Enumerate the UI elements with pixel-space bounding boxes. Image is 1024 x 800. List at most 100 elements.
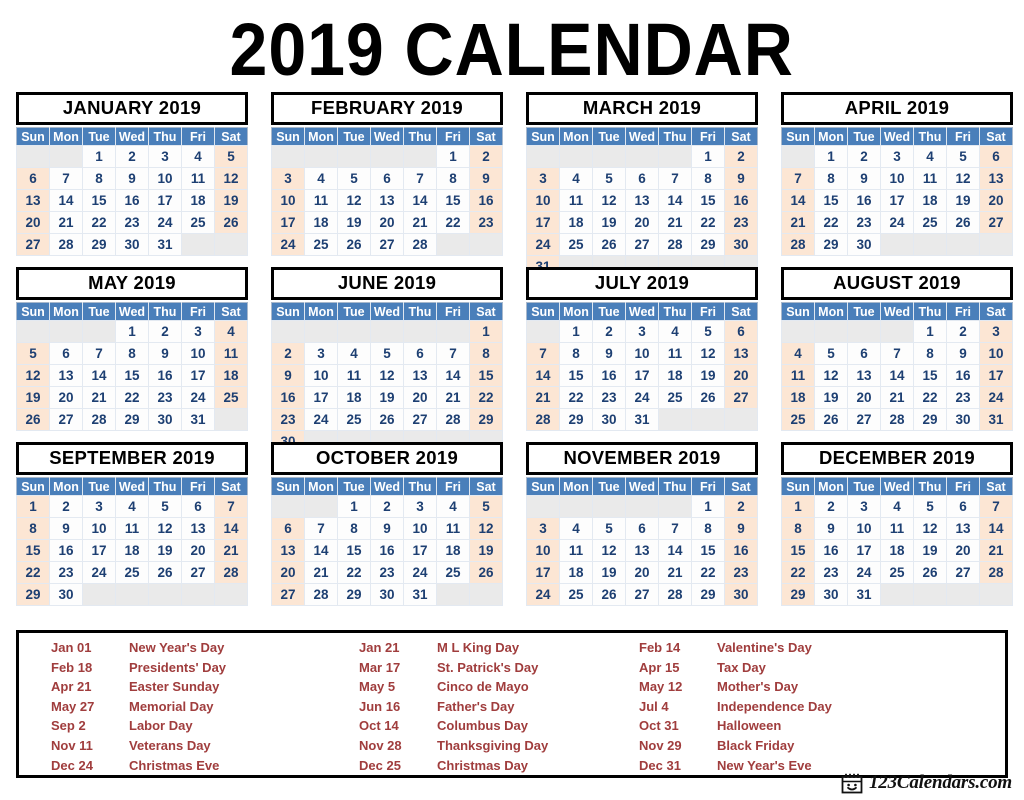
- day-cell[interactable]: 26: [691, 386, 725, 409]
- day-cell-weekend[interactable]: 13: [271, 539, 305, 562]
- day-cell[interactable]: 8: [436, 167, 470, 190]
- day-cell[interactable]: 20: [946, 539, 980, 562]
- day-cell[interactable]: 19: [592, 211, 626, 234]
- day-cell[interactable]: 1: [82, 145, 116, 168]
- day-cell[interactable]: 18: [658, 364, 692, 387]
- day-cell[interactable]: 2: [115, 145, 149, 168]
- day-cell[interactable]: 18: [436, 539, 470, 562]
- day-cell-weekend[interactable]: 14: [979, 517, 1013, 540]
- day-cell[interactable]: 5: [946, 145, 980, 168]
- day-cell-weekend[interactable]: 20: [724, 364, 758, 387]
- day-cell-weekend[interactable]: 9: [724, 517, 758, 540]
- day-cell[interactable]: 27: [370, 233, 404, 256]
- day-cell[interactable]: 3: [403, 495, 437, 518]
- day-cell[interactable]: 15: [814, 189, 848, 212]
- day-cell[interactable]: 9: [370, 517, 404, 540]
- day-cell[interactable]: 31: [625, 408, 659, 431]
- day-cell-weekend[interactable]: 15: [781, 539, 815, 562]
- day-cell[interactable]: 26: [148, 561, 182, 584]
- day-cell[interactable]: 12: [592, 189, 626, 212]
- day-cell-weekend[interactable]: 15: [469, 364, 503, 387]
- day-cell[interactable]: 7: [658, 517, 692, 540]
- day-cell[interactable]: 16: [592, 364, 626, 387]
- day-cell[interactable]: 2: [49, 495, 83, 518]
- day-cell[interactable]: 10: [403, 517, 437, 540]
- day-cell-weekend[interactable]: 20: [271, 561, 305, 584]
- day-cell[interactable]: 7: [880, 342, 914, 365]
- day-cell[interactable]: 3: [625, 320, 659, 343]
- day-cell[interactable]: 29: [115, 408, 149, 431]
- day-cell-weekend[interactable]: 5: [469, 495, 503, 518]
- day-cell-weekend[interactable]: 19: [214, 189, 248, 212]
- day-cell[interactable]: 20: [370, 211, 404, 234]
- day-cell[interactable]: 6: [847, 342, 881, 365]
- day-cell[interactable]: 10: [181, 342, 215, 365]
- day-cell[interactable]: 10: [148, 167, 182, 190]
- day-cell[interactable]: 5: [370, 342, 404, 365]
- day-cell-weekend[interactable]: 17: [271, 211, 305, 234]
- day-cell[interactable]: 6: [49, 342, 83, 365]
- day-cell-weekend[interactable]: 24: [526, 583, 560, 606]
- day-cell[interactable]: 20: [49, 386, 83, 409]
- day-cell-weekend[interactable]: 29: [781, 583, 815, 606]
- day-cell-weekend[interactable]: 16: [724, 539, 758, 562]
- day-cell-weekend[interactable]: 25: [781, 408, 815, 431]
- day-cell-weekend[interactable]: 20: [16, 211, 50, 234]
- day-cell-weekend[interactable]: 11: [214, 342, 248, 365]
- day-cell[interactable]: 7: [82, 342, 116, 365]
- day-cell[interactable]: 7: [304, 517, 338, 540]
- day-cell[interactable]: 4: [436, 495, 470, 518]
- day-cell[interactable]: 29: [814, 233, 848, 256]
- day-cell-weekend[interactable]: 18: [781, 386, 815, 409]
- day-cell[interactable]: 28: [49, 233, 83, 256]
- day-cell[interactable]: 20: [625, 561, 659, 584]
- day-cell[interactable]: 2: [847, 145, 881, 168]
- day-cell[interactable]: 12: [337, 189, 371, 212]
- day-cell-weekend[interactable]: 14: [526, 364, 560, 387]
- day-cell[interactable]: 15: [691, 189, 725, 212]
- day-cell[interactable]: 13: [181, 517, 215, 540]
- day-cell[interactable]: 10: [847, 517, 881, 540]
- day-cell[interactable]: 19: [913, 539, 947, 562]
- day-cell-weekend[interactable]: 17: [526, 561, 560, 584]
- day-cell[interactable]: 23: [946, 386, 980, 409]
- day-cell-weekend[interactable]: 17: [979, 364, 1013, 387]
- day-cell[interactable]: 8: [559, 342, 593, 365]
- day-cell[interactable]: 30: [814, 583, 848, 606]
- day-cell-weekend[interactable]: 3: [526, 167, 560, 190]
- day-cell-weekend[interactable]: 2: [724, 495, 758, 518]
- day-cell-weekend[interactable]: 10: [526, 539, 560, 562]
- day-cell[interactable]: 25: [658, 386, 692, 409]
- day-cell[interactable]: 6: [946, 495, 980, 518]
- day-cell-weekend[interactable]: 23: [271, 408, 305, 431]
- day-cell[interactable]: 14: [49, 189, 83, 212]
- day-cell[interactable]: 13: [403, 364, 437, 387]
- day-cell[interactable]: 23: [814, 561, 848, 584]
- day-cell[interactable]: 24: [82, 561, 116, 584]
- day-cell[interactable]: 15: [913, 364, 947, 387]
- day-cell[interactable]: 9: [592, 342, 626, 365]
- day-cell[interactable]: 22: [82, 211, 116, 234]
- day-cell[interactable]: 9: [49, 517, 83, 540]
- day-cell-weekend[interactable]: 14: [214, 517, 248, 540]
- day-cell[interactable]: 17: [181, 364, 215, 387]
- day-cell-weekend[interactable]: 31: [979, 408, 1013, 431]
- day-cell[interactable]: 11: [304, 189, 338, 212]
- day-cell[interactable]: 1: [814, 145, 848, 168]
- day-cell[interactable]: 8: [337, 517, 371, 540]
- day-cell[interactable]: 20: [403, 386, 437, 409]
- day-cell[interactable]: 13: [625, 539, 659, 562]
- day-cell[interactable]: 10: [625, 342, 659, 365]
- day-cell-weekend[interactable]: 6: [271, 517, 305, 540]
- day-cell[interactable]: 14: [304, 539, 338, 562]
- day-cell[interactable]: 18: [880, 539, 914, 562]
- day-cell[interactable]: 15: [115, 364, 149, 387]
- day-cell-weekend[interactable]: 22: [781, 561, 815, 584]
- day-cell-weekend[interactable]: 16: [271, 386, 305, 409]
- day-cell-weekend[interactable]: 6: [724, 320, 758, 343]
- day-cell[interactable]: 31: [181, 408, 215, 431]
- day-cell[interactable]: 26: [946, 211, 980, 234]
- day-cell[interactable]: 19: [946, 189, 980, 212]
- day-cell[interactable]: 20: [625, 211, 659, 234]
- day-cell[interactable]: 4: [115, 495, 149, 518]
